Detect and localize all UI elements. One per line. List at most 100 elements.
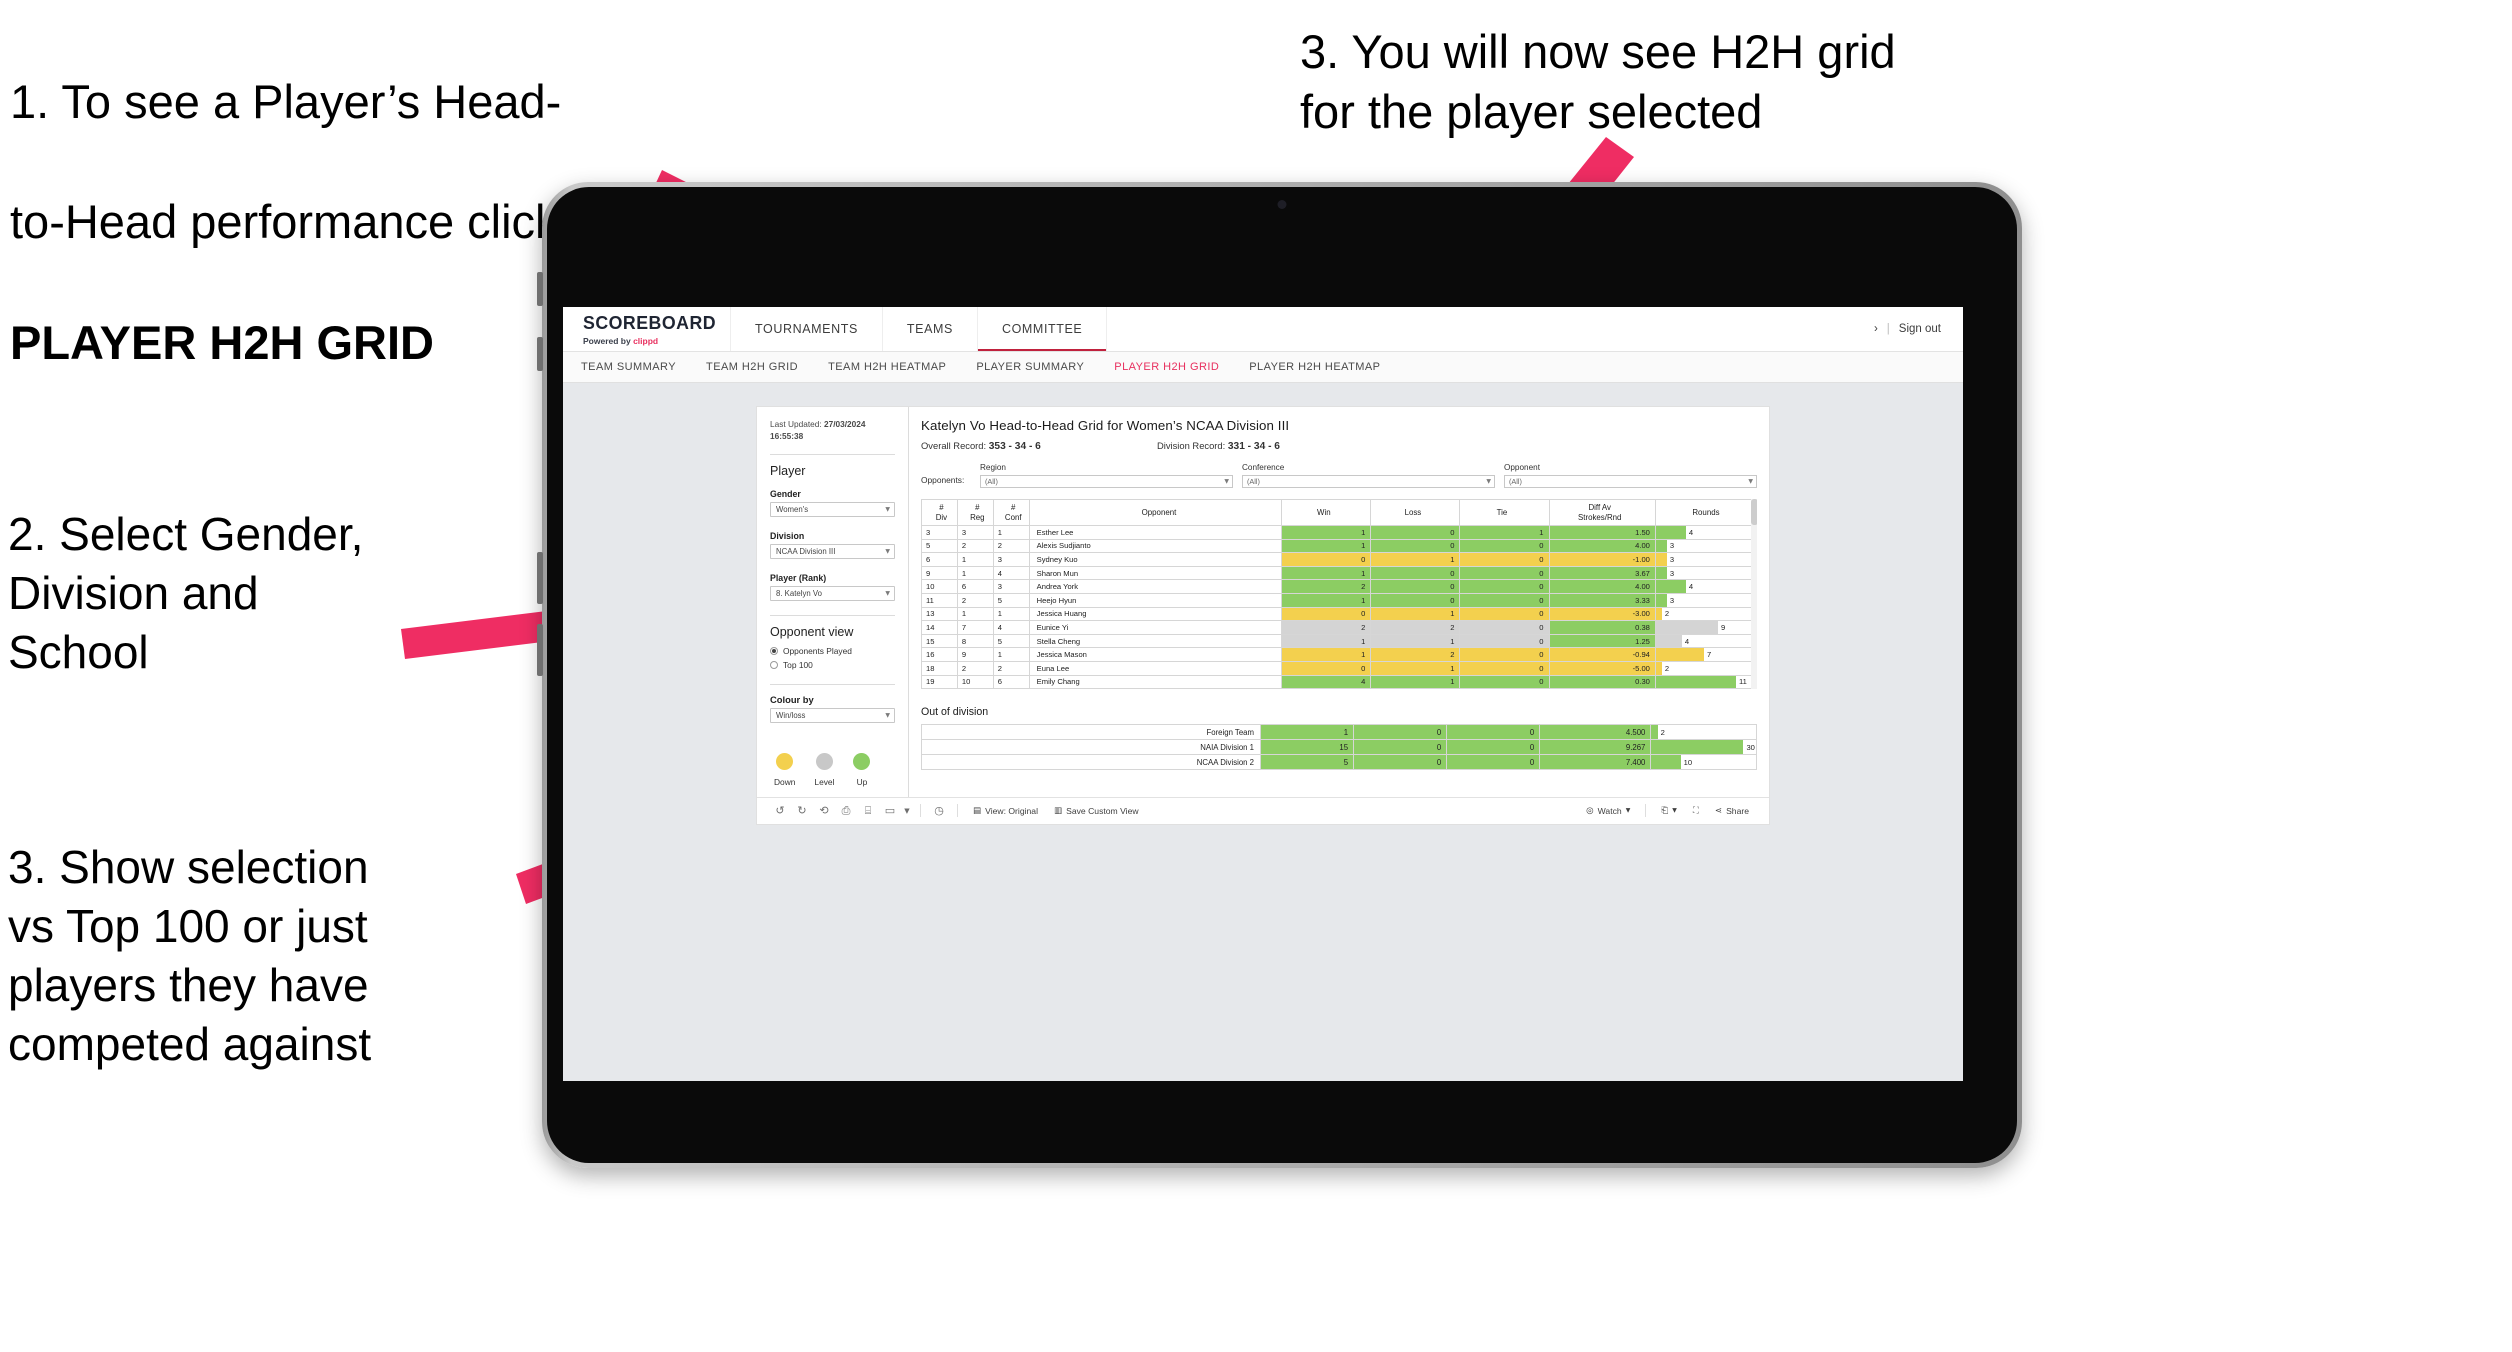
table-row[interactable]: 6 1 3 Sydney Kuo 0 1 0 -1.00 3 <box>921 552 1757 567</box>
table-row[interactable]: 3 3 1 Esther Lee 1 0 1 1.50 4 <box>921 525 1757 540</box>
division-record: Division Record: 331 - 34 - 6 <box>1157 440 1280 452</box>
cell-conf: 3 <box>992 579 1030 594</box>
rounds-value: 3 <box>1669 595 1675 605</box>
region-filter-group: Region (All) ▼ <box>980 463 1233 488</box>
subnav-item-team-summary[interactable]: TEAM SUMMARY <box>581 361 676 373</box>
region-select[interactable]: (All) ▼ <box>980 475 1233 488</box>
subnav-item-player-summary[interactable]: PLAYER SUMMARY <box>976 361 1084 373</box>
out-of-division-row[interactable]: NAIA Division 1 15 0 0 9.267 30 <box>921 739 1757 755</box>
revert-icon[interactable]: ⟲ <box>813 804 835 817</box>
toolbar-divider <box>1645 804 1647 818</box>
table-scrollbar[interactable] <box>1751 499 1757 689</box>
table-row[interactable]: 11 2 5 Heejo Hyun 1 0 0 3.33 3 <box>921 592 1757 608</box>
opponent-select[interactable]: (All) ▼ <box>1504 475 1757 488</box>
cell-div: 16 <box>921 647 958 662</box>
cell-rounds: 3 <box>1654 552 1757 567</box>
rounds-value: 2 <box>1664 663 1670 673</box>
table-row[interactable]: 18 2 2 Euna Lee 0 1 0 -5.00 2 <box>921 660 1757 676</box>
share-button[interactable]: ⋖ Share <box>1707 806 1757 816</box>
rounds-bar <box>1655 607 1662 621</box>
table-row[interactable]: 19 10 6 Emily Chang 4 1 0 0.30 11 <box>921 674 1757 689</box>
division-select[interactable]: NCAA Division III ▼ <box>770 543 895 559</box>
toolbar-divider <box>920 804 921 818</box>
conference-value: (All) <box>1247 477 1260 486</box>
cell-opponent: Eunice Yi <box>1028 620 1283 635</box>
view-original-button[interactable]: ▤ View: Original <box>965 806 1046 816</box>
cell-loss: 0 <box>1370 538 1461 554</box>
subnav-item-player-h2h-heatmap[interactable]: PLAYER H2H HEATMAP <box>1249 361 1380 373</box>
h2h-table-scroll[interactable]: # Div # Reg # Conf Opponent Win Loss Tie <box>921 499 1757 689</box>
cell-conf: 3 <box>992 552 1030 567</box>
cell-tie: 0 <box>1459 592 1550 608</box>
cell-tie: 0 <box>1459 674 1550 689</box>
radio-top-100[interactable]: Top 100 <box>770 660 895 670</box>
cell-win: 2 <box>1281 579 1372 594</box>
cell-conf: 2 <box>992 538 1030 554</box>
fullscreen-button[interactable]: ⛶ <box>1685 806 1707 816</box>
chevron-down-icon: ▼ <box>885 505 890 513</box>
table-row[interactable]: 13 1 1 Jessica Huang 0 1 0 -3.00 2 <box>921 606 1757 622</box>
cell-rounds: 2 <box>1654 660 1757 676</box>
legend-item-up: Up <box>853 752 871 787</box>
pause-updates-icon[interactable]: ⌸ <box>857 804 879 818</box>
cell-div: 18 <box>921 660 958 676</box>
topnav-item-committee[interactable]: COMMITTEE <box>977 307 1108 351</box>
subnav-item-team-h2h-heatmap[interactable]: TEAM H2H HEATMAP <box>828 361 946 373</box>
viz-toolbar: ↺ ↻ ⟲ ⎙ ⌸ ▭ ▼ ◷ ▤ View: Original ▥ Save … <box>757 796 1769 824</box>
gender-select[interactable]: Women's ▼ <box>770 501 895 517</box>
annotation-step-1-line1: 1. To see a Player’s Head- <box>10 75 562 129</box>
filters-panel: Last Updated: 27/03/2024 16:55:38 Player … <box>757 407 909 797</box>
table-row[interactable]: 15 8 5 Stella Cheng 1 1 0 1.25 4 <box>921 633 1757 649</box>
table-row[interactable]: 16 9 1 Jessica Mason 1 2 0 -0.94 7 <box>921 647 1757 662</box>
cell-tie: 0 <box>1446 724 1541 740</box>
table-row[interactable]: 14 7 4 Eunice Yi 2 2 0 0.38 9 <box>921 620 1757 635</box>
cell-tie: 0 <box>1446 754 1541 770</box>
region-label: Region <box>980 463 1006 472</box>
cell-reg: 9 <box>956 647 994 662</box>
rounds-bar <box>1651 740 1744 754</box>
topnav-item-teams[interactable]: TEAMS <box>883 307 978 351</box>
table-row[interactable]: 10 6 3 Andrea York 2 0 0 4.00 4 <box>921 579 1757 594</box>
out-of-division-row[interactable]: NCAA Division 2 5 0 0 7.400 10 <box>921 754 1757 770</box>
cell-win: 15 <box>1259 739 1355 755</box>
divider <box>770 453 895 455</box>
cell-rounds: 3 <box>1654 592 1757 608</box>
player-rank-select[interactable]: 8. Katelyn Vo ▼ <box>770 585 895 601</box>
watch-button[interactable]: ◎ Watch ▼ <box>1578 806 1638 816</box>
undo-icon[interactable]: ↺ <box>769 804 791 817</box>
divider <box>770 683 895 685</box>
sign-out-link[interactable]: Sign out <box>1899 323 1941 335</box>
subnav-item-team-h2h-grid[interactable]: TEAM H2H GRID <box>706 361 798 373</box>
brand-logo[interactable]: SCOREBOARD Powered by clippd <box>563 307 731 351</box>
rounds-bar <box>1655 675 1736 689</box>
last-updated-date: 27/03/2024 <box>823 419 866 429</box>
colour-by-select[interactable]: Win/loss ▼ <box>770 707 895 723</box>
table-row[interactable]: 9 1 4 Sharon Mun 1 0 0 3.67 3 <box>921 565 1757 581</box>
col-tie: Tie <box>1459 499 1550 526</box>
conference-select[interactable]: (All) ▼ <box>1242 475 1495 488</box>
subnav-item-player-h2h-grid[interactable]: PLAYER H2H GRID <box>1114 361 1219 373</box>
filters-section-title: Player <box>770 463 806 478</box>
opponent-filter-group: Opponent (All) ▼ <box>1504 463 1757 488</box>
download-button[interactable]: ⎗ ▼ <box>1653 806 1685 816</box>
cell-win: 0 <box>1281 552 1372 567</box>
fullscreen-icon: ⛶ <box>1692 805 1699 816</box>
radio-opponents-played[interactable]: Opponents Played <box>770 646 895 656</box>
out-of-division-row[interactable]: Foreign Team 1 0 0 4.500 2 <box>921 724 1757 740</box>
cell-win: 4 <box>1281 674 1372 689</box>
opponent-filters: Opponents: Region (All) ▼ Conference (Al… <box>921 463 1757 488</box>
table-scrollbar-thumb[interactable] <box>1751 499 1757 525</box>
redo-icon[interactable]: ↻ <box>791 804 813 817</box>
chevron-right-icon[interactable]: › <box>1874 323 1878 335</box>
save-custom-view-button[interactable]: ▥ Save Custom View <box>1046 806 1147 816</box>
table-row[interactable]: 5 2 2 Alexis Sudjianto 1 0 0 4.00 3 <box>921 538 1757 554</box>
rounds-bar <box>1655 661 1662 675</box>
chevron-down-icon[interactable]: ▼ <box>901 807 913 815</box>
topnav-item-tournaments[interactable]: TOURNAMENTS <box>731 307 883 351</box>
clock-icon[interactable]: ◷ <box>928 804 950 817</box>
highlight-icon[interactable]: ▭ <box>879 804 901 817</box>
cell-rounds: 10 <box>1650 754 1757 770</box>
rounds-bar <box>1655 553 1667 566</box>
col-rounds: Rounds <box>1654 499 1757 526</box>
refresh-data-icon[interactable]: ⎙ <box>835 804 857 818</box>
